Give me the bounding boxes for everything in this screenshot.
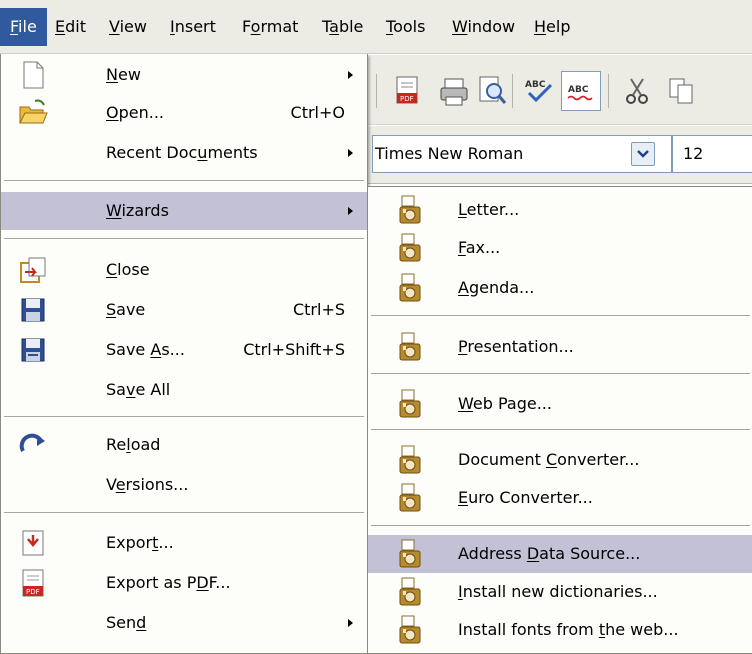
svg-text:ABC: ABC (568, 85, 589, 95)
new-document-icon (17, 59, 49, 91)
chevron-down-icon[interactable] (631, 142, 655, 166)
toolbar-separator (376, 74, 377, 108)
menu-item-export[interactable]: Export... (1, 524, 367, 562)
page-preview-icon[interactable] (474, 73, 510, 109)
close-document-icon (17, 254, 49, 286)
menu-item-address-data-source[interactable]: Address Data Source... (368, 535, 752, 573)
menu-item-save-all[interactable]: Save All (1, 371, 367, 409)
toolbar-separator (512, 74, 513, 108)
svg-text:PDF: PDF (26, 588, 40, 596)
wizard-icon (394, 482, 426, 514)
menu-item-open[interactable]: Open... Ctrl+O (1, 94, 367, 132)
menu-window[interactable]: Window (442, 8, 525, 46)
menu-separator (371, 429, 750, 431)
autospellcheck-icon[interactable]: ABC (561, 71, 601, 111)
wizard-icon (394, 331, 426, 363)
menu-bar: File Edit View Insert Format Table Tools… (0, 0, 752, 54)
menu-table[interactable]: Table (312, 8, 373, 46)
wizard-icon (394, 614, 426, 646)
menu-item-reload[interactable]: Reload (1, 426, 367, 464)
menu-item-export-pdf[interactable]: PDF Export as PDF... (1, 564, 367, 602)
save-icon (17, 294, 49, 326)
spellcheck-icon[interactable]: ABC (521, 73, 557, 109)
menu-item-install-dictionaries[interactable]: Install new dictionaries... (368, 573, 752, 611)
font-size-combobox[interactable]: 12 (672, 135, 752, 173)
shortcut-label: Ctrl+O (290, 103, 345, 122)
menu-item-close[interactable]: Close (1, 251, 367, 289)
menu-item-new[interactable]: New (1, 56, 367, 94)
menu-item-web-page[interactable]: Web Page... (368, 385, 752, 423)
menu-file[interactable]: File (0, 8, 47, 46)
submenu-arrow-icon (348, 149, 353, 157)
wizards-submenu: Letter... Fax... Agenda... Presentation.… (367, 186, 752, 654)
font-name-value: Times New Roman (375, 144, 524, 163)
wizard-icon (394, 232, 426, 264)
menu-item-recent-documents[interactable]: Recent Documents (1, 134, 367, 172)
svg-text:PDF: PDF (400, 95, 414, 103)
menu-separator (371, 315, 750, 317)
wizard-icon (394, 272, 426, 304)
menu-separator (4, 512, 364, 514)
copy-icon[interactable] (664, 73, 700, 109)
reload-icon (17, 429, 49, 461)
svg-text:ABC: ABC (525, 80, 546, 90)
wizard-icon (394, 388, 426, 420)
menu-item-letter[interactable]: Letter... (368, 191, 752, 229)
wizard-icon (394, 576, 426, 608)
submenu-arrow-icon (348, 619, 353, 627)
export-icon (17, 527, 49, 559)
menu-separator (4, 238, 364, 240)
wizard-icon (394, 444, 426, 476)
wizard-icon (394, 194, 426, 226)
wizard-icon (394, 538, 426, 570)
menu-item-fax[interactable]: Fax... (368, 229, 752, 267)
submenu-arrow-icon (348, 71, 353, 79)
menu-item-wizards[interactable]: Wizards (1, 192, 367, 230)
menu-item-send[interactable]: Send (1, 604, 367, 642)
menu-item-agenda[interactable]: Agenda... (368, 269, 752, 307)
cut-icon[interactable] (619, 73, 655, 109)
toolbar-separator (608, 74, 609, 108)
menu-separator (371, 525, 750, 527)
menu-item-save-as[interactable]: Save As... Ctrl+Shift+S (1, 331, 367, 369)
menu-item-document-converter[interactable]: Document Converter... (368, 441, 752, 479)
export-pdf-icon[interactable]: PDF (389, 73, 425, 109)
menu-separator (4, 180, 364, 182)
menu-item-install-fonts[interactable]: Install fonts from the web... (368, 611, 752, 649)
menu-item-save[interactable]: Save Ctrl+S (1, 291, 367, 329)
menu-view[interactable]: View (99, 8, 157, 46)
menu-separator (4, 416, 364, 418)
menu-edit[interactable]: Edit (45, 8, 96, 46)
menu-help[interactable]: Help (524, 8, 580, 46)
menu-item-versions[interactable]: Versions... (1, 466, 367, 504)
menu-insert[interactable]: Insert (160, 8, 226, 46)
save-as-icon (17, 334, 49, 366)
font-name-combobox[interactable]: Times New Roman (372, 135, 672, 173)
menu-item-presentation[interactable]: Presentation... (368, 328, 752, 366)
shortcut-label: Ctrl+S (292, 300, 345, 319)
menu-tools[interactable]: Tools (376, 8, 435, 46)
menu-format[interactable]: Format (232, 8, 308, 46)
pdf-icon: PDF (17, 567, 49, 599)
menu-item-euro-converter[interactable]: Euro Converter... (368, 479, 752, 517)
submenu-arrow-icon (348, 207, 353, 215)
print-icon[interactable] (436, 73, 472, 109)
menu-separator (371, 373, 750, 375)
file-menu: New Open... Ctrl+O Recent Documents Wiza… (0, 54, 368, 654)
open-folder-icon (17, 97, 49, 129)
font-size-value: 12 (683, 144, 704, 163)
shortcut-label: Ctrl+Shift+S (243, 340, 345, 359)
